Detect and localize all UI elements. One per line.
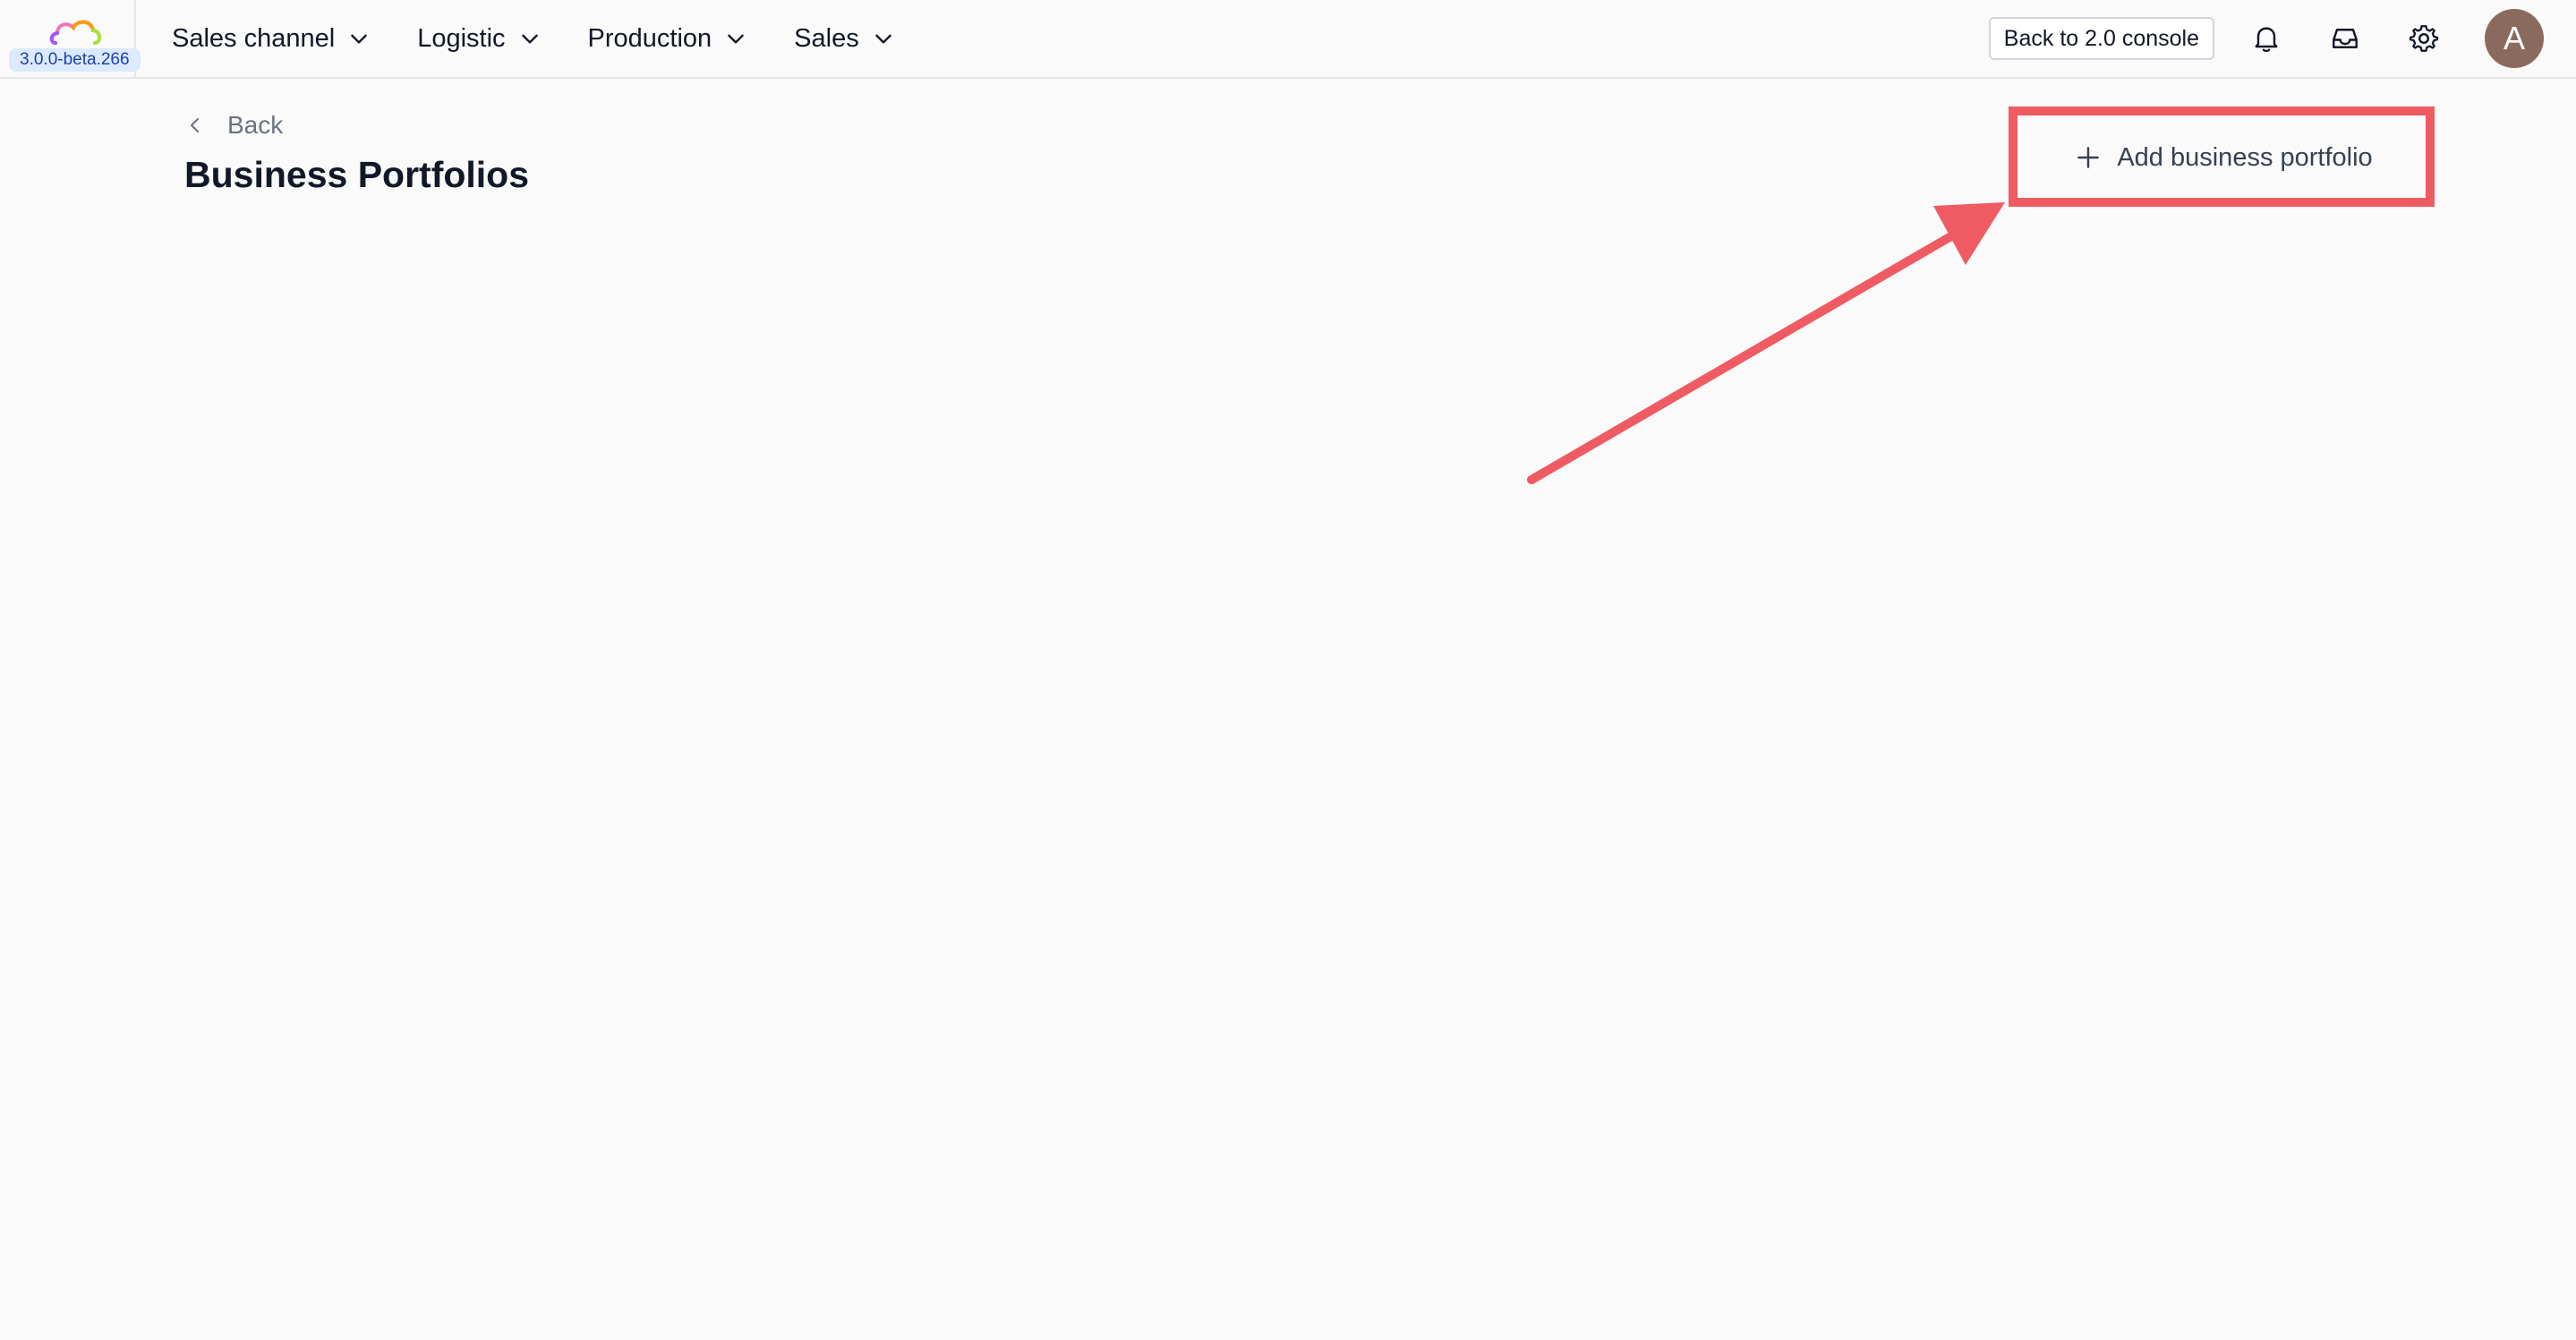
chevron-down-icon: [728, 34, 744, 44]
nav-label: Sales: [794, 23, 859, 53]
annotation-arrow-head: [1933, 202, 2005, 265]
user-avatar[interactable]: A: [2485, 9, 2544, 68]
chevron-left-icon: [191, 118, 199, 132]
nav-logistic[interactable]: Logistic: [417, 24, 541, 54]
add-business-portfolio-button[interactable]: Add business portfolio: [2016, 113, 2431, 202]
toolbar-right: Back to 2.0 console A: [1988, 0, 2576, 77]
chevron-down-icon: [874, 34, 891, 44]
inbox-icon: [2333, 29, 2358, 48]
nav-production[interactable]: Production: [588, 24, 748, 54]
chevron-down-icon: [521, 34, 538, 44]
back-link[interactable]: Back: [184, 111, 283, 140]
main-nav: Sales channel Logistic Production Sales: [172, 0, 942, 77]
logo-area[interactable]: 3.0.0-beta.266: [0, 0, 141, 79]
chevron-down-icon: [351, 34, 367, 44]
back-to-console-button[interactable]: Back to 2.0 console: [1988, 17, 2214, 60]
version-badge: 3.0.0-beta.266: [9, 48, 141, 72]
inbox-button[interactable]: [2327, 21, 2363, 56]
nav-sales[interactable]: Sales: [794, 24, 895, 54]
plus-icon: [2077, 147, 2100, 168]
add-button-label: Add business portfolio: [2117, 142, 2373, 172]
page-title: Business Portfolios: [184, 154, 530, 195]
back-label: Back: [227, 111, 284, 139]
nav-label: Logistic: [417, 23, 506, 53]
gear-icon: [2409, 25, 2439, 52]
nav-label: Sales channel: [172, 23, 336, 53]
settings-button[interactable]: [2406, 21, 2442, 56]
top-navigation-bar: 3.0.0-beta.266 Sales channel Logistic Pr…: [0, 0, 2576, 79]
annotation-arrow-shaft: [1527, 226, 1965, 484]
notifications-button[interactable]: [2248, 21, 2284, 56]
cloud-logo-icon: [49, 20, 101, 45]
nav-sales-channel[interactable]: Sales channel: [172, 24, 371, 54]
bell-icon: [2255, 27, 2278, 53]
nav-label: Production: [587, 23, 712, 53]
